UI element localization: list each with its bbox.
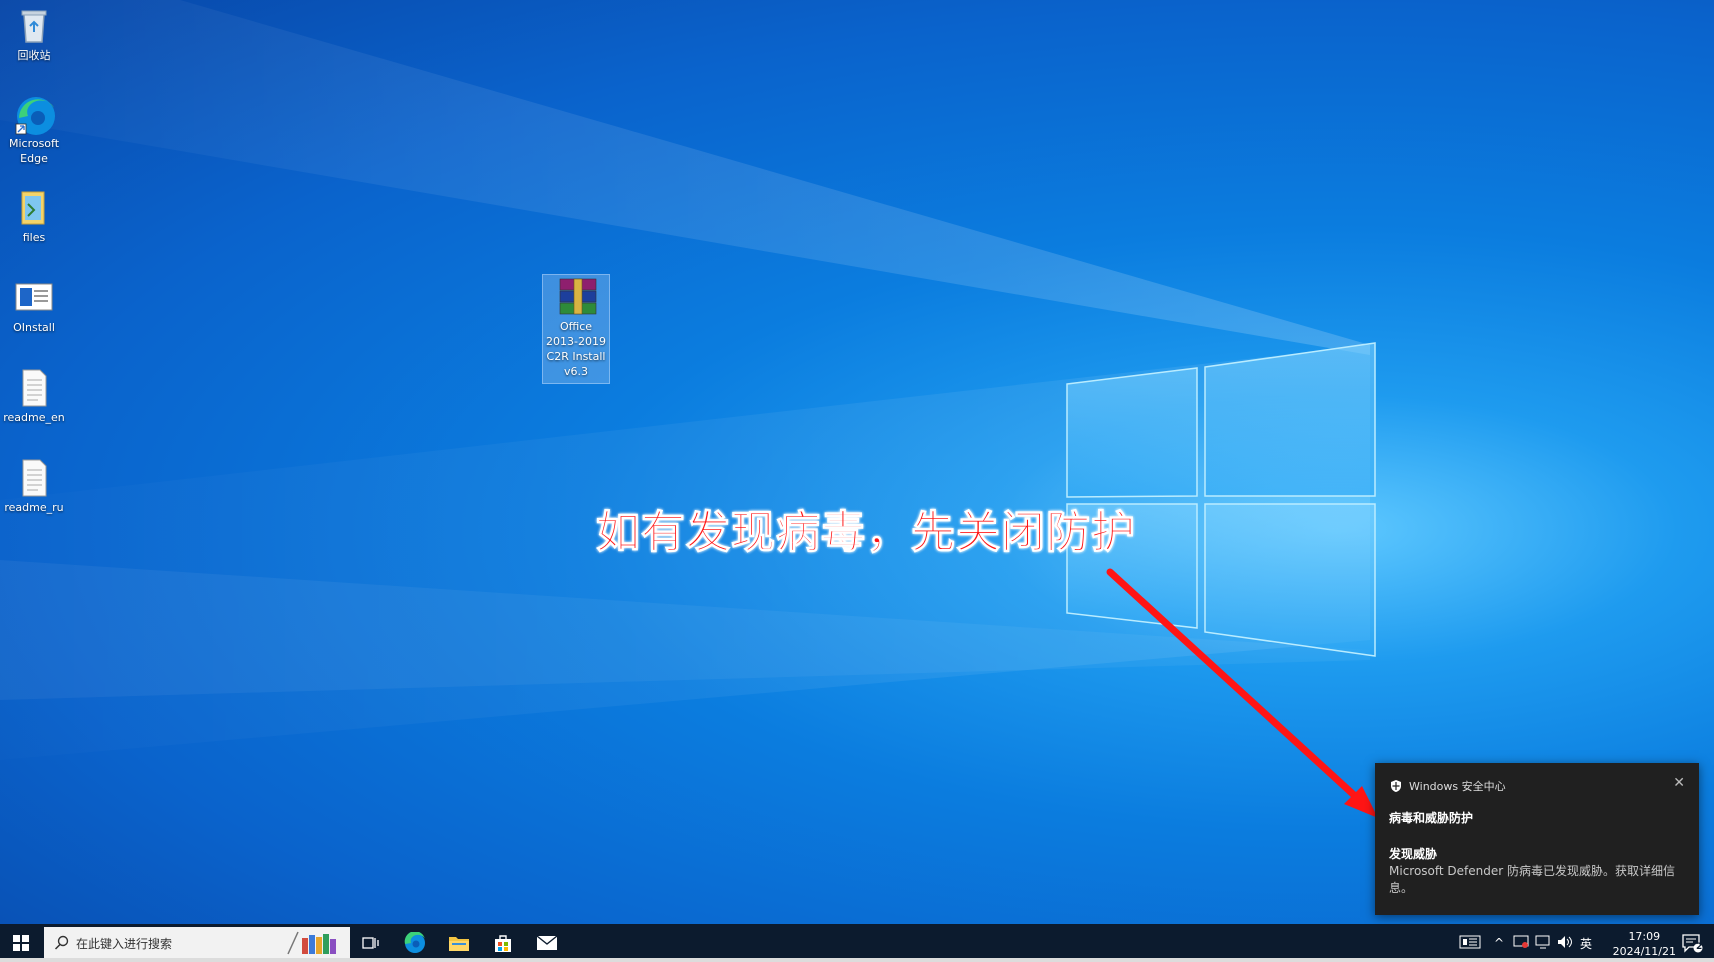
desktop-icon-oinstall[interactable]: OInstall bbox=[0, 278, 72, 335]
search-icon bbox=[54, 935, 69, 950]
desktop-icon-label: Microsoft Edge bbox=[8, 137, 60, 165]
security-notification-toast[interactable]: Windows 安全中心 ✕ 病毒和威胁防护 发现威胁 Microsoft De… bbox=[1375, 763, 1699, 915]
oinstall-icon bbox=[14, 278, 54, 318]
taskbar-edge-button[interactable] bbox=[394, 924, 436, 962]
desktop-icon-readme-en[interactable]: readme_en bbox=[0, 368, 72, 425]
toast-body: Microsoft Defender 防病毒已发现威胁。获取详细信息。 bbox=[1389, 864, 1676, 895]
text-file-icon bbox=[14, 458, 54, 498]
winrar-archive-icon bbox=[556, 277, 597, 317]
edge-icon bbox=[14, 94, 55, 135]
desktop-icon-label: files bbox=[22, 231, 46, 244]
toast-app-name: Windows 安全中心 bbox=[1409, 780, 1506, 793]
desktop-icon-readme-ru[interactable]: readme_ru bbox=[0, 458, 72, 515]
mail-icon bbox=[536, 935, 558, 950]
folder-icon bbox=[449, 937, 469, 951]
notification-count-badge: 2 bbox=[1696, 942, 1703, 952]
input-method-indicator[interactable]: 英 bbox=[1576, 935, 1596, 952]
toast-section: 病毒和威胁防护 bbox=[1389, 811, 1474, 825]
network-icon[interactable] bbox=[1532, 935, 1554, 952]
task-view-icon bbox=[362, 937, 379, 949]
clock-time: 17:09 bbox=[1628, 930, 1661, 943]
clock-date: 2024/11/21 bbox=[1612, 945, 1676, 958]
windows-start-icon bbox=[13, 935, 29, 951]
toast-header: Windows 安全中心 bbox=[1389, 778, 1506, 794]
store-icon bbox=[495, 935, 511, 952]
desktop-icon-label: readme_ru bbox=[4, 501, 64, 514]
volume-icon[interactable] bbox=[1554, 935, 1576, 952]
desktop-icon-label: Office 2013-2019 C2R Install v6.3 bbox=[546, 320, 606, 378]
start-button[interactable] bbox=[0, 924, 42, 962]
search-placeholder: 在此键入进行搜索 bbox=[76, 936, 173, 951]
text-file-icon bbox=[14, 368, 54, 408]
desktop-icon-recycle-bin[interactable]: 回收站 bbox=[0, 6, 72, 63]
recycle-bin-icon bbox=[14, 6, 54, 46]
taskbar: 在此键入进行搜索 ^ 英 17:09 2024/11/21 2 bbox=[0, 924, 1714, 962]
taskbar-search-box[interactable]: 在此键入进行搜索 bbox=[44, 927, 350, 959]
desktop-icon-label: OInstall bbox=[13, 321, 55, 334]
desktop-icon-label: readme_en bbox=[3, 411, 65, 424]
desktop-icon-files[interactable]: files bbox=[0, 188, 72, 245]
annotation-text: 如有发现病毒，先关闭防护 bbox=[596, 507, 1136, 559]
folder-icon bbox=[14, 188, 54, 228]
security-tray-icon[interactable] bbox=[1510, 935, 1532, 952]
taskbar-store-button[interactable] bbox=[482, 924, 524, 962]
taskbar-clock[interactable]: 17:09 2024/11/21 bbox=[1613, 929, 1676, 959]
chevron-up-icon[interactable]: ^ bbox=[1488, 936, 1510, 950]
bottom-strip bbox=[0, 958, 1714, 962]
close-icon[interactable]: ✕ bbox=[1673, 775, 1685, 791]
task-view-button[interactable] bbox=[350, 924, 392, 962]
shield-icon bbox=[1391, 780, 1401, 792]
edge-icon bbox=[404, 932, 425, 953]
taskbar-mail-button[interactable] bbox=[526, 924, 568, 962]
desktop-icon-label: 回收站 bbox=[17, 49, 51, 62]
keyboard-layout-icon[interactable] bbox=[1452, 935, 1488, 952]
toast-headline: 发现威胁 bbox=[1389, 847, 1438, 861]
system-tray: ^ 英 bbox=[1452, 924, 1596, 962]
desktop-icon-office-installer[interactable]: Office 2013-2019 C2R Install v6.3 bbox=[542, 274, 610, 384]
taskbar-file-explorer-button[interactable] bbox=[438, 924, 480, 962]
action-center-button[interactable]: 2 bbox=[1672, 924, 1712, 962]
search-highlight-books-icon bbox=[287, 931, 336, 955]
desktop-icon-edge[interactable]: Microsoft Edge bbox=[0, 94, 72, 166]
